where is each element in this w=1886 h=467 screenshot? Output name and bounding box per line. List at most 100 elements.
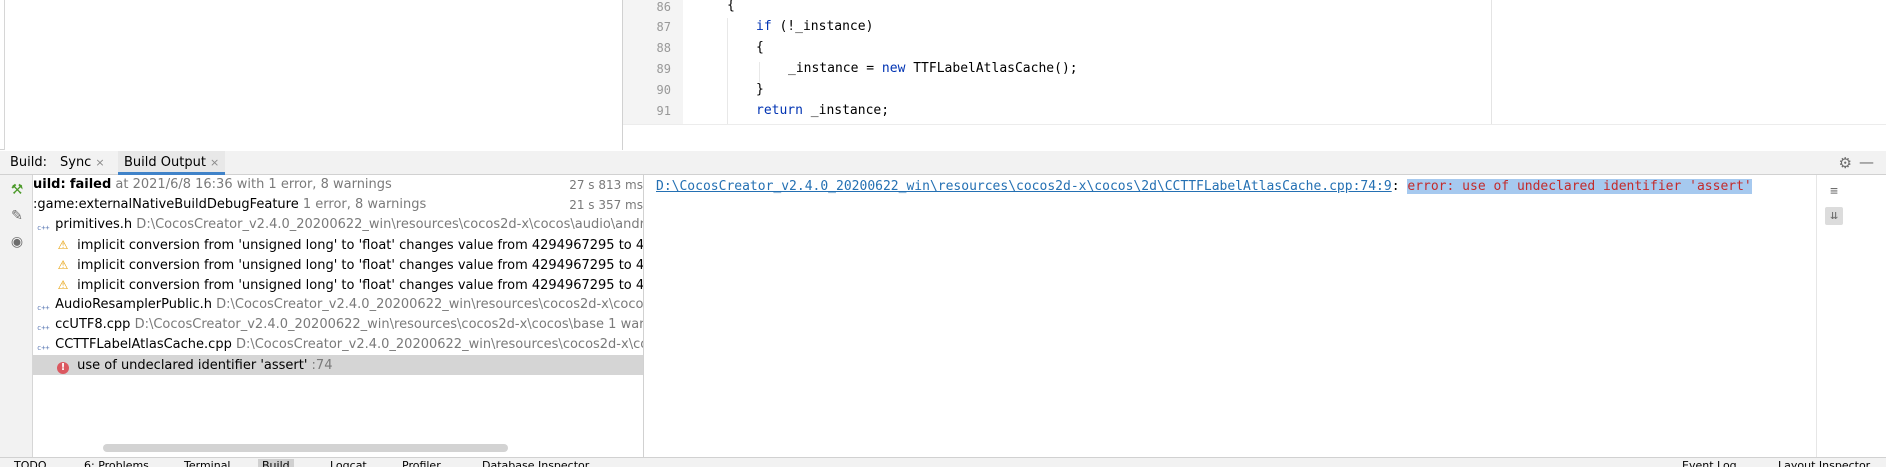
editor-region: 86 87 88 89 90 91 { if (!_instance) { _i… xyxy=(0,0,1886,150)
error-icon: ! xyxy=(57,362,69,374)
code-text: _instance = xyxy=(788,61,882,76)
error-location-link[interactable]: D:\CocosCreator_v2.4.0_20200622_win\reso… xyxy=(656,179,1392,194)
code-text: TTFLabelAtlasCache(); xyxy=(905,61,1078,76)
tool-button-logcat[interactable]: Logcat xyxy=(330,459,367,467)
code-line: return _instance; xyxy=(756,103,889,124)
console-error-text[interactable]: error: use of undeclared identifier 'ass… xyxy=(1407,179,1752,194)
tool-button-profiler[interactable]: Profiler xyxy=(402,459,441,467)
close-icon[interactable]: × xyxy=(95,156,104,169)
build-tree[interactable]: uild: failed at 2021/6/8 16:36 with 1 er… xyxy=(33,175,643,457)
line-number: 86 xyxy=(656,0,671,14)
task-summary: 1 error, 8 warnings xyxy=(298,197,427,212)
task-label: :game:externalNativeBuildDebugFeature xyxy=(33,197,299,212)
cpp-file-icon: c++ xyxy=(37,324,50,332)
hammer-icon[interactable]: ⚒ xyxy=(8,181,26,199)
code-keyword: if xyxy=(756,19,772,34)
tool-button-problems[interactable]: 6: Problems xyxy=(84,459,149,467)
soft-wrap-icon[interactable]: ≡ xyxy=(1825,183,1843,201)
build-duration: 27 s 813 ms xyxy=(569,178,643,192)
cpp-file-icon: c++ xyxy=(37,224,50,232)
line-number: 91 xyxy=(656,104,671,118)
file-path: D:\CocosCreator_v2.4.0_20200622_win\reso… xyxy=(136,217,643,232)
right-margin-guide xyxy=(1491,0,1492,124)
code-line: if (!_instance) xyxy=(756,19,873,40)
file-path: D:\CocosCreator_v2.4.0_20200622_win\reso… xyxy=(130,317,643,332)
build-summary: at 2021/6/8 16:36 with 1 error, 8 warnin… xyxy=(111,177,392,192)
gear-icon[interactable]: ⚙ xyxy=(1839,154,1852,172)
tool-button-terminal[interactable]: Terminal xyxy=(184,459,231,467)
line-number-gutter: 86 87 88 89 90 91 xyxy=(623,0,683,124)
code-keyword: return xyxy=(756,103,803,118)
indent-guide xyxy=(727,18,728,124)
pin-icon[interactable]: ✎ xyxy=(8,207,26,225)
file-path: D:\CocosCreator_v2.4.0_20200622_win\reso… xyxy=(235,337,643,352)
tab-sync[interactable]: Sync × xyxy=(54,151,111,175)
error-row[interactable]: ! use of undeclared identifier 'assert' … xyxy=(33,355,643,375)
file-row[interactable]: c++ ccUTF8.cpp D:\CocosCreator_v2.4.0_20… xyxy=(33,315,643,335)
build-tool-window-header: Build: Sync × Build Output × ⚙ — xyxy=(0,151,1886,175)
eye-icon[interactable]: ◉ xyxy=(8,233,26,251)
tab-build-output[interactable]: Build Output × xyxy=(118,151,226,175)
tool-button-event-log[interactable]: Event Log xyxy=(1682,459,1737,467)
code-line: } xyxy=(756,82,764,97)
build-console[interactable]: D:\CocosCreator_v2.4.0_20200622_win\reso… xyxy=(644,175,1851,457)
warning-message: implicit conversion from 'unsigned long'… xyxy=(77,258,643,273)
warning-message: implicit conversion from 'unsigned long'… xyxy=(77,238,643,253)
code-editor[interactable]: { if (!_instance) { _instance = new TTFL… xyxy=(683,0,1886,124)
file-name: AudioResamplerPublic.h xyxy=(55,297,212,312)
console-separator: : xyxy=(1391,179,1408,194)
error-message: use of undeclared identifier 'assert' xyxy=(77,358,308,373)
indent-guide xyxy=(759,62,760,82)
tab-label: Build Output xyxy=(124,155,206,170)
cpp-file-icon: c++ xyxy=(37,344,50,352)
close-icon[interactable]: × xyxy=(210,156,219,169)
scroll-to-end-icon[interactable]: ⇊ xyxy=(1825,207,1843,225)
file-name: ccUTF8.cpp xyxy=(55,317,131,332)
warning-row[interactable]: ⚠ implicit conversion from 'unsigned lon… xyxy=(33,255,643,275)
horizontal-scrollbar[interactable] xyxy=(103,444,508,452)
file-row[interactable]: c++ primitives.h D:\CocosCreator_v2.4.0_… xyxy=(33,215,643,235)
code-line: _instance = new TTFLabelAtlasCache(); xyxy=(788,61,1078,82)
tool-button-layout-inspector[interactable]: Layout Inspector xyxy=(1778,459,1870,467)
warning-icon: ⚠ xyxy=(57,238,69,252)
warning-icon: ⚠ xyxy=(57,278,69,292)
console-toolbar: ≡ ⇊ xyxy=(1816,175,1851,457)
tool-button-build[interactable]: Build xyxy=(258,459,294,467)
build-panel: ⚒ ✎ ◉ uild: failed at 2021/6/8 16:36 wit… xyxy=(0,175,1886,457)
code-line: { xyxy=(756,40,764,55)
left-editor-pane[interactable] xyxy=(4,0,622,150)
warning-message: implicit conversion from 'unsigned long'… xyxy=(77,278,643,293)
warning-icon: ⚠ xyxy=(57,258,69,272)
task-row[interactable]: :game:externalNativeBuildDebugFeature 1 … xyxy=(33,195,643,215)
cpp-file-icon: c++ xyxy=(37,304,50,312)
file-row[interactable]: c++ CCTTFLabelAtlasCache.cpp D:\CocosCre… xyxy=(33,335,643,355)
line-number: 88 xyxy=(656,41,671,55)
error-line: :74 xyxy=(307,358,333,373)
file-path: D:\CocosCreator_v2.4.0_20200622_win\reso… xyxy=(216,297,643,312)
file-name: primitives.h xyxy=(55,217,133,232)
build-label: uild: xyxy=(33,177,66,192)
line-number: 90 xyxy=(656,83,671,97)
tool-button-database-inspector[interactable]: Database Inspector xyxy=(482,459,589,467)
code-keyword: new xyxy=(881,61,906,76)
editor-bottom-area xyxy=(623,124,1886,150)
build-result: failed xyxy=(69,177,112,192)
code-text: (!_instance) xyxy=(771,19,874,34)
ide-window: 86 87 88 89 90 91 { if (!_instance) { _i… xyxy=(0,0,1886,467)
tool-window-bar: TODO 6: Problems Terminal Build Logcat P… xyxy=(0,457,1886,467)
build-side-toolbar: ⚒ ✎ ◉ xyxy=(0,175,33,457)
file-row[interactable]: c++ AudioResamplerPublic.h D:\CocosCreat… xyxy=(33,295,643,315)
warning-row[interactable]: ⚠ implicit conversion from 'unsigned lon… xyxy=(33,275,643,295)
console-line: D:\CocosCreator_v2.4.0_20200622_win\reso… xyxy=(656,179,1752,194)
minimize-icon[interactable]: — xyxy=(1859,153,1874,171)
warning-row[interactable]: ⚠ implicit conversion from 'unsigned lon… xyxy=(33,235,643,255)
file-name: CCTTFLabelAtlasCache.cpp xyxy=(55,337,232,352)
tab-label: Sync xyxy=(60,155,92,170)
tool-button-todo[interactable]: TODO xyxy=(14,459,47,467)
task-duration: 21 s 357 ms xyxy=(569,198,643,212)
build-title: Build: xyxy=(10,155,48,170)
build-status-row[interactable]: uild: failed at 2021/6/8 16:36 with 1 er… xyxy=(33,175,643,195)
code-text: _instance; xyxy=(802,103,890,118)
line-number: 87 xyxy=(656,20,671,34)
line-number: 89 xyxy=(656,62,671,76)
